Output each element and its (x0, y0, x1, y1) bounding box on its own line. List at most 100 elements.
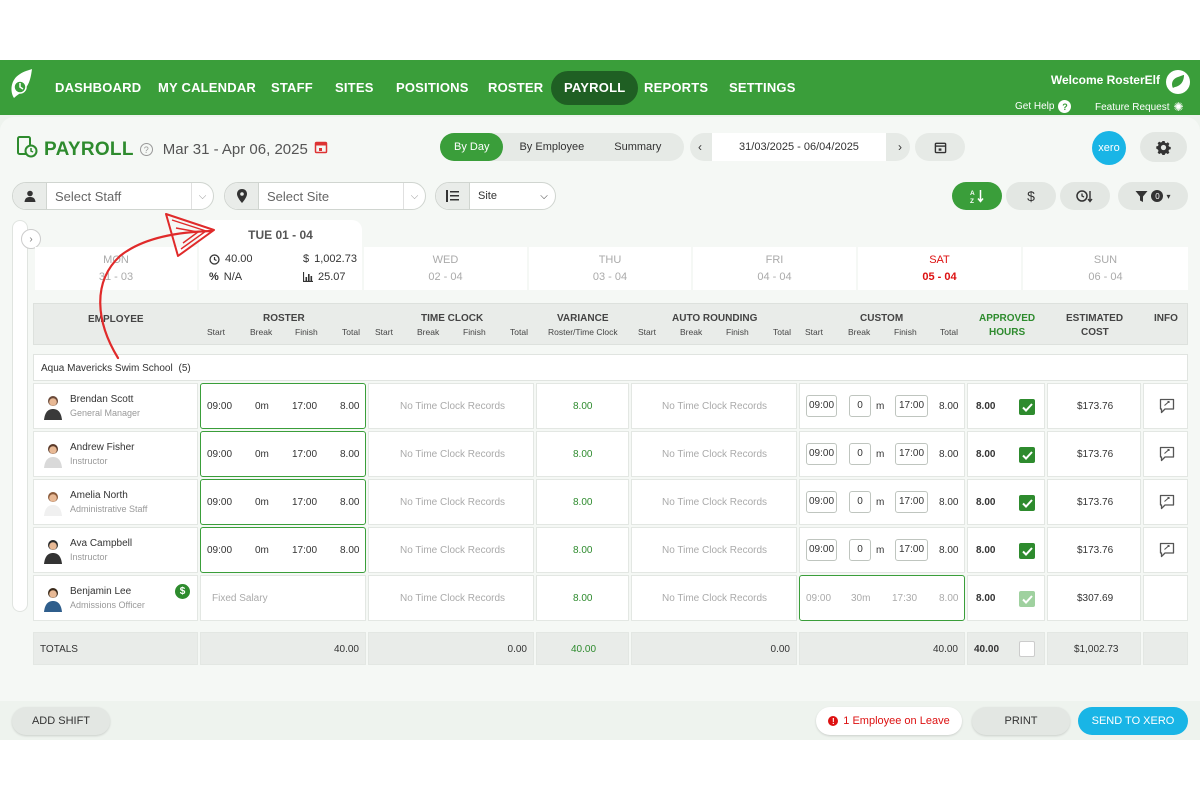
employee-name[interactable]: Ava Campbell (70, 538, 132, 549)
custom-start-input[interactable]: 09:00 (806, 395, 837, 417)
site-group-row[interactable]: Aqua Mavericks Swim School (5) (33, 354, 1188, 381)
select-staff[interactable]: Select Staff ⌵ (12, 182, 214, 210)
get-help-link[interactable]: Get Help? (1015, 100, 1072, 113)
employee-name[interactable]: Brendan Scott (70, 394, 133, 405)
day-header-sat[interactable]: SAT 05 - 04 (858, 247, 1021, 290)
tab-summary[interactable]: Summary (600, 133, 675, 161)
xero-button[interactable]: xero (1092, 131, 1126, 165)
nav-reports[interactable]: REPORTS (631, 71, 721, 105)
select-site-text: Select Site (267, 188, 330, 204)
nav-positions[interactable]: POSITIONS (383, 71, 482, 105)
expand-chevron-icon[interactable]: › (21, 229, 41, 249)
day-header-fri[interactable]: FRI 04 - 04 (693, 247, 856, 290)
employee-avatar (42, 442, 64, 468)
nav-sites[interactable]: SITES (322, 71, 387, 105)
employee-cell[interactable]: Amelia North Administrative Staff (33, 479, 198, 525)
roster-total: 8.00 (340, 401, 360, 412)
custom-break-input[interactable]: 0 (849, 491, 871, 513)
nav-settings[interactable]: SETTINGS (716, 71, 809, 105)
settings-button[interactable] (1140, 132, 1187, 162)
time-clock-cell[interactable]: No Time Clock Records (368, 575, 534, 621)
auto-rounding-text: No Time Clock Records (662, 545, 768, 556)
side-panel-handle[interactable] (12, 220, 28, 612)
approved-checkbox[interactable] (1019, 447, 1035, 463)
employee-name[interactable]: Amelia North (70, 490, 128, 501)
day-date: 04 - 04 (757, 271, 792, 283)
rosterelf-logo-icon[interactable] (8, 66, 34, 104)
chevron-left-icon[interactable]: ‹ (698, 140, 702, 154)
custom-break-input[interactable]: 0 (849, 443, 871, 465)
employee-cell[interactable]: Ava Campbell Instructor (33, 527, 198, 573)
page-title: PAYROLL (44, 138, 134, 160)
approve-all-checkbox[interactable] (1019, 641, 1035, 657)
date-picker-button[interactable] (915, 133, 965, 161)
sort-time-button[interactable] (1060, 182, 1110, 210)
add-shift-button[interactable]: ADD SHIFT (12, 707, 110, 735)
custom-break-input[interactable]: 0 (849, 539, 871, 561)
feature-request-link[interactable]: Feature Request ✺ (1095, 100, 1184, 114)
day-percent-stat: % N/A (209, 271, 242, 283)
approved-checkbox[interactable] (1019, 591, 1035, 607)
custom-finish-input[interactable]: 17:00 (895, 539, 928, 561)
custom-start-input[interactable]: 09:00 (806, 443, 837, 465)
day-hours-value: 40.00 (225, 253, 253, 265)
filter-icon (1135, 190, 1148, 202)
comment-icon[interactable] (1159, 542, 1175, 561)
approved-checkbox[interactable] (1019, 399, 1035, 415)
employee-cell[interactable]: Benjamin Lee Admissions Officer $ (33, 575, 198, 621)
tab-by-employee[interactable]: By Employee (503, 133, 600, 161)
employee-name[interactable]: Benjamin Lee (70, 586, 131, 597)
day-header-mon[interactable]: MON 31 - 03 (35, 247, 197, 290)
day-cost-value: 1,002.73 (314, 253, 357, 265)
custom-break-input[interactable]: 0 (849, 395, 871, 417)
custom-start-input[interactable]: 09:00 (806, 491, 837, 513)
filter-button[interactable]: 0 ▾ (1118, 182, 1188, 210)
sort-az-button[interactable]: AZ (952, 182, 1002, 210)
comment-icon[interactable] (1159, 398, 1175, 417)
custom-finish-input[interactable]: 17:00 (895, 395, 928, 417)
help-icon[interactable]: ? (139, 143, 153, 156)
sort-cost-button[interactable]: $ (1006, 182, 1056, 210)
day-header-wed[interactable]: WED 02 - 04 (364, 247, 527, 290)
roster-cell[interactable]: 09:00 0m 17:00 8.00 (200, 431, 366, 477)
employee-cell[interactable]: Brendan Scott General Manager (33, 383, 198, 429)
custom-finish-input[interactable]: 17:00 (895, 491, 928, 513)
calendar-icon[interactable] (314, 140, 328, 159)
nav-payroll[interactable]: PAYROLL (551, 71, 639, 105)
custom-start-input[interactable]: 09:00 (806, 539, 837, 561)
comment-icon[interactable] (1159, 494, 1175, 513)
custom-finish-input[interactable]: 17:00 (895, 443, 928, 465)
time-clock-cell[interactable]: No Time Clock Records (368, 431, 534, 477)
day-header-thu[interactable]: THU 03 - 04 (529, 247, 691, 290)
chevron-right-icon[interactable]: › (898, 140, 902, 154)
nav-my-calendar[interactable]: MY CALENDAR (145, 71, 269, 105)
time-clock-cell[interactable]: No Time Clock Records (368, 383, 534, 429)
group-by-select[interactable]: Site ⌵ (435, 182, 556, 210)
comment-icon[interactable] (1159, 446, 1175, 465)
roster-cell[interactable]: 09:00 0m 17:00 8.00 (200, 479, 366, 525)
nav-roster[interactable]: ROSTER (475, 71, 556, 105)
nav-staff[interactable]: STAFF (258, 71, 326, 105)
day-header-sun[interactable]: SUN 06 - 04 (1023, 247, 1188, 290)
print-button[interactable]: PRINT (972, 707, 1070, 735)
tab-by-day[interactable]: By Day (440, 133, 504, 161)
roster-cell[interactable]: 09:00 0m 17:00 8.00 (200, 527, 366, 573)
send-to-xero-button[interactable]: SEND TO XERO (1078, 707, 1188, 735)
select-site[interactable]: Select Site ⌵ (224, 182, 426, 210)
employee-role: Administrative Staff (70, 504, 148, 514)
day-date: 02 - 04 (428, 271, 463, 283)
employee-name[interactable]: Andrew Fisher (70, 442, 134, 453)
time-clock-cell[interactable]: No Time Clock Records (368, 479, 534, 525)
day-header-tue-selected[interactable]: TUE 01 - 04 40.00 $ 1,002.73 % N/A 25.07 (199, 220, 362, 290)
employee-leave-button[interactable]: ! 1 Employee on Leave (816, 707, 962, 735)
approved-checkbox[interactable] (1019, 495, 1035, 511)
roster-cell[interactable]: 09:00 0m 17:00 8.00 (200, 383, 366, 429)
date-range-text[interactable]: 31/03/2025 - 06/04/2025 (712, 133, 886, 161)
nav-dashboard[interactable]: DASHBOARD (42, 71, 154, 105)
clock-icon (209, 253, 220, 265)
user-avatar-icon[interactable] (1166, 70, 1190, 94)
time-clock-cell[interactable]: No Time Clock Records (368, 527, 534, 573)
custom-cell[interactable]: 09:00 30m 17:30 8.00 (799, 575, 965, 621)
employee-cell[interactable]: Andrew Fisher Instructor (33, 431, 198, 477)
approved-checkbox[interactable] (1019, 543, 1035, 559)
